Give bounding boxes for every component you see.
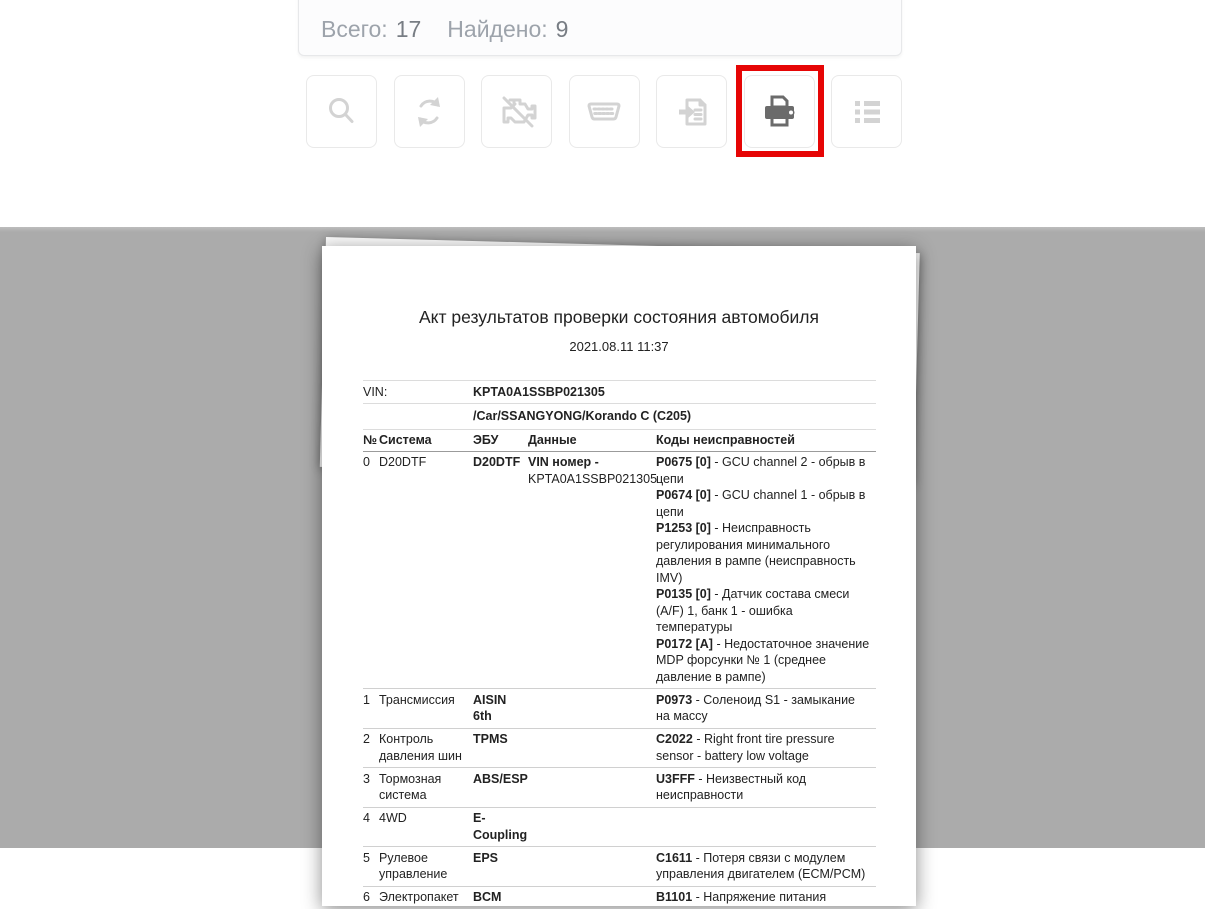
fault-code: P0172 [A] - Недостаточное значение MDP ф…	[656, 636, 870, 686]
fault-code: P0135 [0] - Датчик состава смеси (A/F) 1…	[656, 586, 870, 636]
import-report-button[interactable]	[656, 75, 727, 148]
fault-code: B1101 - Напряжение питания	[656, 889, 870, 906]
obd-connector-button[interactable]	[569, 75, 640, 148]
fault-code: U3FFF - Неизвестный код неисправности	[656, 771, 870, 804]
report-datetime: 2021.08.11 11:37	[322, 338, 916, 356]
found-label: Найдено:	[447, 16, 547, 43]
report-table: VIN: KPTA0A1SSBP021305 /Car/SSANGYONG/Ko…	[363, 380, 876, 909]
print-button[interactable]	[744, 75, 815, 148]
search-button[interactable]	[306, 75, 377, 148]
col-header-ecu: ЭБУ	[473, 432, 528, 449]
toolbar-panel-area: Всего: 17 Найдено: 9	[0, 0, 1205, 227]
table-row: 1ТрансмиссияAISIN6thP0973 - Соленоид S1 …	[363, 689, 876, 729]
total-value: 17	[396, 16, 422, 43]
fault-code: P0675 [0] - GCU channel 2 - обрыв в цепи	[656, 454, 870, 487]
dtc-list-button[interactable]	[831, 75, 902, 148]
table-row: 0D20DTFD20DTFVIN номер -KPTA0A1SSBP02130…	[363, 452, 876, 690]
table-row: 3Тормозная системаABS/ESPU3FFF - Неизвес…	[363, 768, 876, 808]
table-row: 44WDE-Coupling	[363, 808, 876, 848]
scan-stats-panel: Всего: 17 Найдено: 9	[298, 0, 902, 56]
diagnostics-toolbar	[306, 75, 902, 148]
obd-connector-icon	[582, 92, 626, 132]
col-header-system: Система	[379, 432, 473, 449]
vin-label: VIN:	[363, 384, 473, 401]
table-row: 6ЭлектропакетBCMB1101 - Напряжение питан…	[363, 887, 876, 909]
table-header-row: № Система ЭБУ Данные Коды неисправностей	[363, 430, 876, 452]
found-value: 9	[556, 16, 569, 43]
fault-code: P0674 [0] - GCU channel 1 - обрыв в цепи	[656, 487, 870, 520]
fault-code: P0973 - Соленоид S1 - замыкание на массу	[656, 692, 870, 725]
refresh-button[interactable]	[394, 75, 465, 148]
dtc-list-icon	[847, 92, 887, 132]
col-header-num: №	[363, 432, 379, 449]
vin-value: KPTA0A1SSBP021305	[473, 384, 876, 401]
model-path-row: /Car/SSANGYONG/Korando C (C205)	[363, 404, 876, 431]
model-path: /Car/SSANGYONG/Korando C (C205)	[473, 408, 876, 425]
total-label: Всего:	[321, 16, 388, 43]
clear-dtc-button[interactable]	[481, 75, 552, 148]
print-icon	[758, 91, 800, 133]
table-row: 5Рулевое управлениеEPSC1611 - Потеря свя…	[363, 847, 876, 887]
col-header-codes: Коды неисправностей	[656, 432, 876, 449]
refresh-icon	[409, 92, 449, 132]
search-icon	[322, 92, 362, 132]
fault-code: C1611 - Потеря связи с модулем управлени…	[656, 850, 870, 883]
col-header-data: Данные	[528, 432, 656, 449]
engine-off-icon	[496, 92, 538, 132]
report-page: Акт результатов проверки состояния автом…	[322, 246, 916, 906]
vin-row: VIN: KPTA0A1SSBP021305	[363, 381, 876, 404]
print-preview-backdrop: Акт результатов проверки состояния автом…	[0, 227, 1205, 848]
table-row: 2Контроль давления шинTPMSC2022 - Right …	[363, 729, 876, 769]
report-title: Акт результатов проверки состояния автом…	[322, 304, 916, 330]
fault-code: C2022 - Right front tire pressure sensor…	[656, 731, 870, 764]
import-report-icon	[671, 91, 713, 133]
table-body: 0D20DTFD20DTFVIN номер -KPTA0A1SSBP02130…	[363, 452, 876, 909]
fault-code: P1253 [0] - Неисправность регулирования …	[656, 520, 870, 586]
